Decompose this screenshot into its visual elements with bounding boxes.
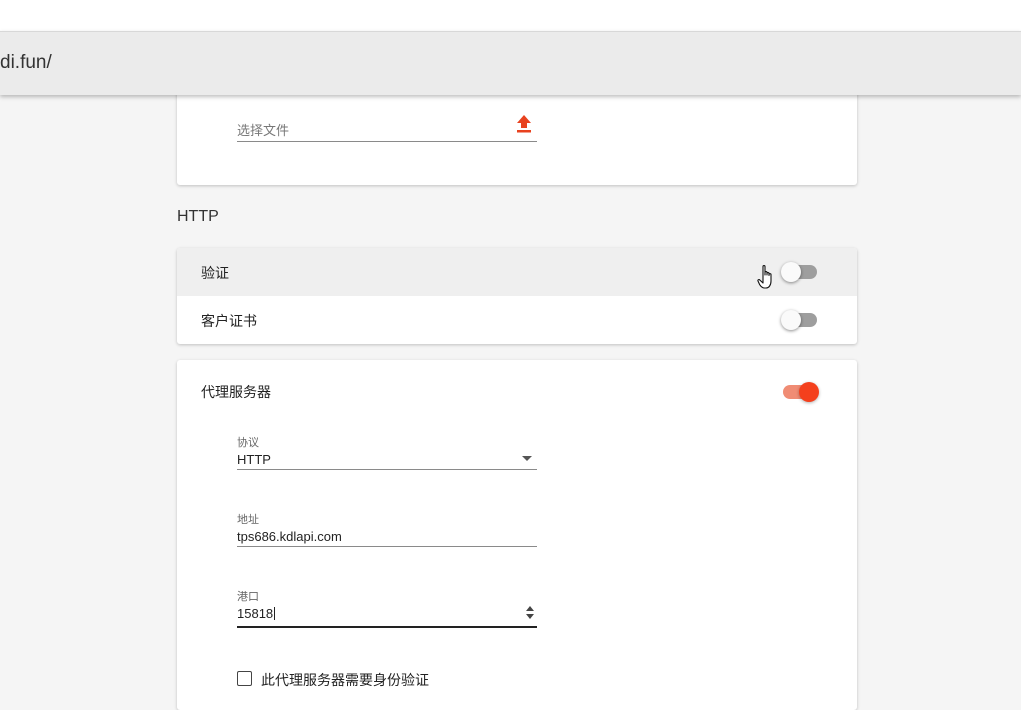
client-cert-toggle[interactable] (781, 310, 817, 330)
verify-row[interactable]: 验证 (177, 248, 857, 296)
address-field[interactable]: 地址 tps686.kdlapi.com (237, 511, 537, 547)
browser-top-strip (0, 0, 1021, 31)
file-input-placeholder: 选择文件 (237, 123, 290, 138)
port-label: 港口 (237, 591, 259, 603)
upload-icon[interactable] (515, 114, 533, 134)
proxy-toggle-thumb (799, 382, 819, 402)
stepper-down[interactable] (526, 614, 534, 619)
client-cert-toggle-thumb (781, 310, 801, 330)
file-input[interactable]: 选择文件 (237, 112, 537, 142)
protocol-label: 协议 (237, 437, 259, 449)
address-underline (237, 546, 537, 547)
number-stepper-icon[interactable] (526, 606, 534, 620)
chevron-down-icon[interactable] (522, 456, 532, 461)
address-value[interactable]: tps686.kdlapi.com (237, 529, 342, 544)
port-value[interactable]: 15818 (237, 606, 273, 621)
client-cert-label: 客户证书 (201, 313, 257, 329)
hand-cursor-icon (757, 264, 772, 289)
text-caret (274, 607, 276, 620)
requires-auth-label[interactable]: 此代理服务器需要身份验证 (261, 670, 429, 690)
client-cert-row[interactable]: 客户证书 (177, 296, 857, 344)
section-title: HTTP (177, 208, 219, 225)
auth-card: 验证 客户证书 (177, 248, 857, 344)
protocol-underline (237, 469, 537, 470)
port-underline (237, 626, 537, 628)
address-label: 地址 (237, 514, 259, 526)
verify-toggle[interactable] (781, 262, 817, 282)
port-value-wrap[interactable]: 15818 (237, 606, 276, 621)
verify-toggle-thumb (781, 262, 801, 282)
port-field[interactable]: 港口 15818 (237, 588, 537, 628)
protocol-value[interactable]: HTTP (237, 452, 271, 467)
file-card: 选择文件 (177, 84, 857, 185)
protocol-select[interactable]: 协议 HTTP (237, 434, 537, 470)
stepper-up[interactable] (526, 606, 534, 611)
address-bar[interactable]: di.fun/ (0, 31, 1021, 95)
address-bar-url[interactable]: di.fun/ (0, 52, 52, 74)
proxy-card: 代理服务器 协议 HTTP 地址 tps686.kdlapi.com 港口 15… (177, 360, 857, 710)
proxy-label: 代理服务器 (201, 384, 271, 400)
verify-label: 验证 (201, 265, 229, 281)
proxy-toggle[interactable] (781, 382, 819, 402)
requires-auth-checkbox[interactable] (237, 671, 252, 686)
